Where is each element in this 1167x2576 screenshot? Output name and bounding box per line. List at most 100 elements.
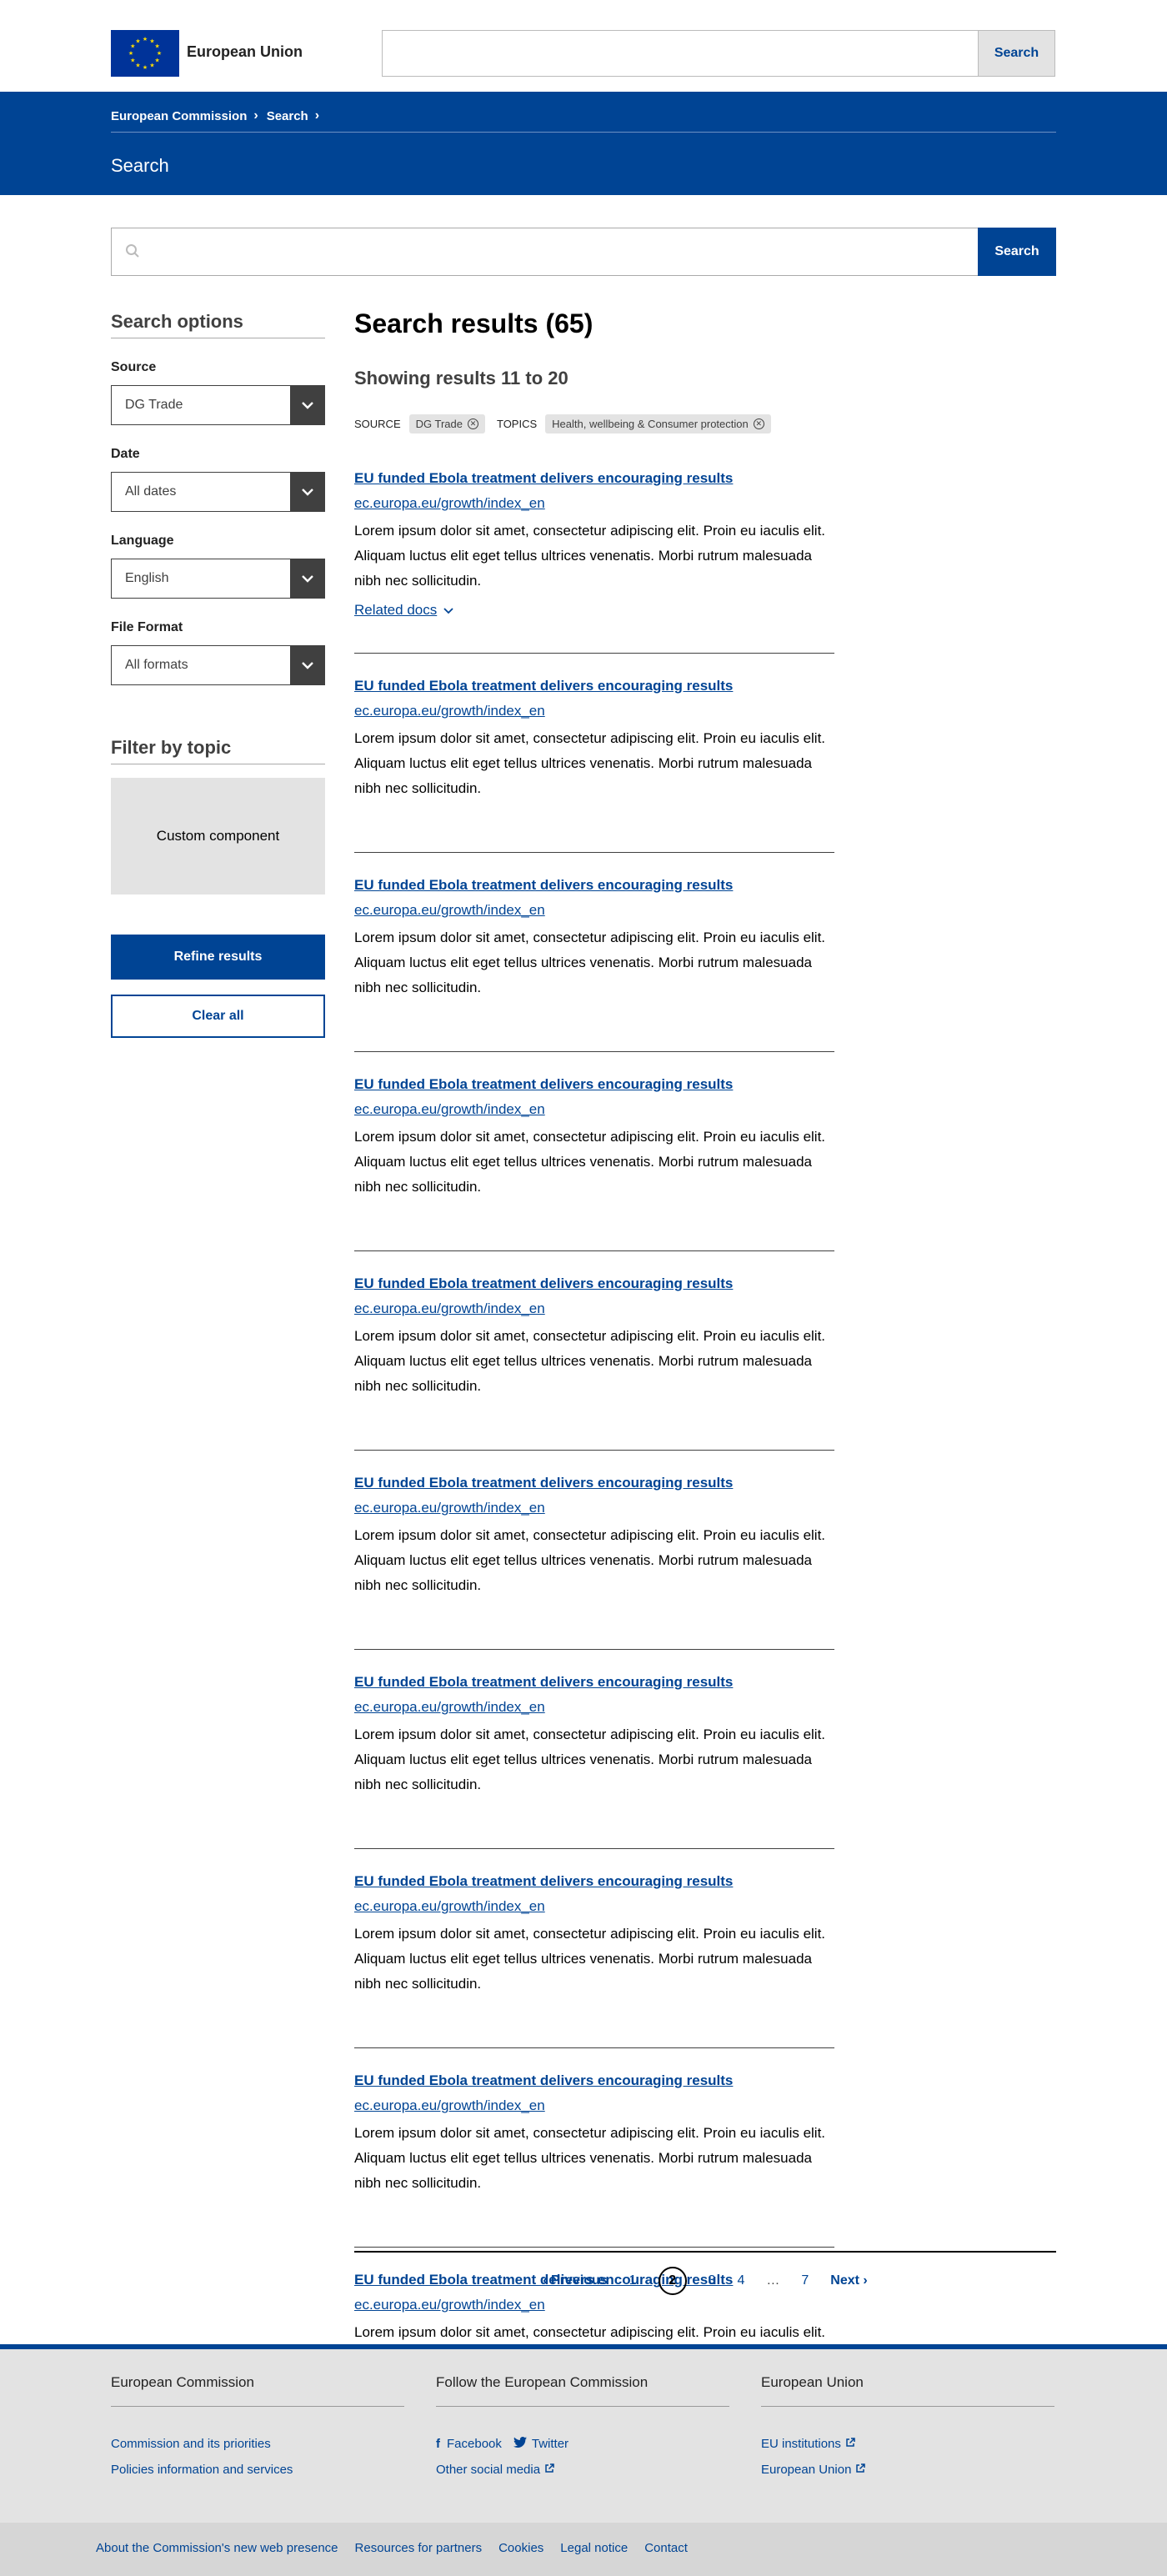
result-url-link[interactable]: ec.europa.eu/growth/index_en [354, 703, 834, 719]
site-name: European Union [187, 43, 303, 60]
result-title-link[interactable]: EU funded Ebola treatment delivers encou… [354, 470, 834, 487]
refine-results-button[interactable]: Refine results [111, 935, 325, 980]
footer-link-label: Commission and its priorities [111, 2437, 271, 2451]
pagination-current-page[interactable]: 2 [658, 2267, 687, 2295]
breadcrumb-link-commission[interactable]: European Commission [111, 109, 247, 123]
footer-column-eu: European Union EU institutions European … [761, 2374, 1054, 2477]
footer-link-cookies[interactable]: Cookies [498, 2541, 543, 2555]
result-description: Lorem ipsum dolor sit amet, consectetur … [354, 1926, 826, 1992]
external-link-icon [845, 2437, 855, 2451]
results-range: Showing results 11 to 20 [354, 368, 568, 388]
pagination-page[interactable]: 3 [709, 2273, 716, 2288]
date-select[interactable]: All dates [111, 472, 325, 512]
result-title-link[interactable]: EU funded Ebola treatment delivers encou… [354, 1076, 834, 1093]
result-description: Lorem ipsum dolor sit amet, consectetur … [354, 1727, 826, 1792]
pagination: ‹ Previous 1 2 3 4 … 7 Next › [354, 2266, 1056, 2296]
chevron-down-icon [443, 602, 453, 619]
related-docs-label: Related docs [354, 602, 438, 618]
result-title-link[interactable]: EU funded Ebola treatment delivers encou… [354, 1475, 834, 1491]
footer-column-title: European Commission [111, 2374, 404, 2407]
result-title-link[interactable]: EU funded Ebola treatment delivers encou… [354, 1275, 834, 1292]
file-format-select[interactable]: All formats [111, 645, 325, 685]
result-item: EU funded Ebola treatment delivers encou… [354, 675, 834, 853]
footer-link-facebook[interactable]: Facebook [447, 2437, 502, 2451]
result-title-link[interactable]: EU funded Ebola treatment delivers encou… [354, 678, 834, 694]
result-url-link[interactable]: ec.europa.eu/growth/index_en [354, 2097, 834, 2114]
svg-text:★: ★ [155, 43, 160, 50]
header-search-button[interactable]: Search [978, 31, 1054, 76]
footer-link-legal-notice[interactable]: Legal notice [560, 2541, 628, 2555]
footer-link-policies[interactable]: Policies information and services [111, 2463, 404, 2477]
pagination-ellipsis: … [766, 2273, 780, 2288]
close-icon[interactable]: ✕ [753, 418, 764, 429]
footer-link-contact[interactable]: Contact [644, 2541, 688, 2555]
close-icon[interactable]: ✕ [467, 418, 478, 429]
chevron-down-icon [290, 559, 325, 599]
footer-link-label: Policies information and services [111, 2463, 293, 2477]
footer-link-about[interactable]: About the Commission's new web presence [96, 2541, 338, 2555]
result-description: Lorem ipsum dolor sit amet, consectetur … [354, 1129, 826, 1195]
pagination-previous[interactable]: ‹ Previous [543, 2273, 607, 2288]
clear-all-button[interactable]: Clear all [111, 995, 325, 1038]
result-title-link[interactable]: EU funded Ebola treatment delivers encou… [354, 1873, 834, 1890]
result-title-link[interactable]: EU funded Ebola treatment delivers encou… [354, 877, 834, 894]
result-title-link[interactable]: EU funded Ebola treatment delivers encou… [354, 1674, 834, 1691]
result-url-link[interactable]: ec.europa.eu/growth/index_en [354, 1101, 834, 1118]
search-icon [125, 243, 140, 263]
result-item: EU funded Ebola treatment delivers encou… [354, 1671, 834, 1849]
result-url-link[interactable]: ec.europa.eu/growth/index_en [354, 2297, 834, 2313]
footer-link-twitter[interactable]: Twitter [532, 2437, 568, 2451]
main-search: Search [111, 228, 1056, 276]
site-footer: European Commission Commission and its p… [0, 2349, 1167, 2523]
facet-label-source: SOURCE [354, 418, 401, 430]
result-description: Lorem ipsum dolor sit amet, consectetur … [354, 523, 826, 589]
filter-by-topic-title: Filter by topic [111, 737, 325, 764]
footer-legal-links: About the Commission's new web presence … [96, 2541, 704, 2555]
result-url-link[interactable]: ec.europa.eu/growth/index_en [354, 495, 834, 512]
language-select-value: English [125, 571, 169, 585]
language-select[interactable]: English [111, 559, 325, 599]
header-search-input[interactable] [383, 31, 978, 76]
result-item: EU funded Ebola treatment delivers encou… [354, 1273, 834, 1451]
footer-link-resources[interactable]: Resources for partners [355, 2541, 483, 2555]
filter-chip-topics[interactable]: Health, wellbeing & Consumer protection … [545, 414, 771, 434]
result-description: Lorem ipsum dolor sit amet, consectetur … [354, 2125, 826, 2191]
pagination-next[interactable]: Next › [830, 2273, 867, 2288]
date-select-value: All dates [125, 484, 177, 499]
result-item: EU funded Ebola treatment delivers encou… [354, 1472, 834, 1650]
breadcrumb-link-search[interactable]: Search [267, 109, 308, 123]
pagination-page[interactable]: 1 [629, 2273, 637, 2288]
footer-link-priorities[interactable]: Commission and its priorities [111, 2437, 404, 2451]
pagination-page[interactable]: 4 [737, 2273, 744, 2288]
related-docs-toggle[interactable]: Related docs [354, 602, 834, 619]
main-search-input[interactable] [148, 228, 982, 275]
result-url-link[interactable]: ec.europa.eu/growth/index_en [354, 1500, 834, 1516]
result-url-link[interactable]: ec.europa.eu/growth/index_en [354, 1898, 834, 1915]
file-format-label: File Format [111, 620, 183, 634]
svg-text:★: ★ [135, 38, 140, 44]
footer-social-row: f Facebook Twitter [436, 2437, 729, 2451]
footer-link-other-social[interactable]: Other social media [436, 2463, 729, 2477]
date-label: Date [111, 447, 140, 461]
pagination-page[interactable]: 7 [801, 2273, 809, 2288]
filter-chip-source[interactable]: DG Trade ✕ [408, 414, 485, 434]
eu-flag-logo[interactable]: ★ ★ ★ ★ ★ ★ ★ ★ ★ ★ ★ ★ [111, 30, 179, 77]
footer-link-label: Other social media [436, 2463, 541, 2477]
result-url-link[interactable]: ec.europa.eu/growth/index_en [354, 902, 834, 919]
result-url-link[interactable]: ec.europa.eu/growth/index_en [354, 1301, 834, 1317]
results-divider [354, 2251, 1056, 2253]
footer-column-title: European Union [761, 2374, 1054, 2407]
facet-label-topics: TOPICS [496, 418, 538, 430]
active-filters: SOURCE DG Trade ✕ TOPICS Health, wellbei… [354, 414, 1056, 434]
search-options-title: Search options [111, 311, 325, 338]
result-title-link[interactable]: EU funded Ebola treatment delivers encou… [354, 2072, 834, 2089]
facebook-icon: f [436, 2437, 440, 2451]
main-search-button[interactable]: Search [978, 228, 1056, 276]
footer-link-european-union[interactable]: European Union [761, 2463, 1054, 2477]
result-url-link[interactable]: ec.europa.eu/growth/index_en [354, 1699, 834, 1716]
footer-link-eu-institutions[interactable]: EU institutions [761, 2437, 1054, 2451]
result-description: Lorem ipsum dolor sit amet, consectetur … [354, 930, 826, 995]
source-select[interactable]: DG Trade [111, 385, 325, 425]
footer-bottom-bar: About the Commission's new web presence … [0, 2523, 1167, 2576]
chevron-down-icon [290, 385, 325, 425]
